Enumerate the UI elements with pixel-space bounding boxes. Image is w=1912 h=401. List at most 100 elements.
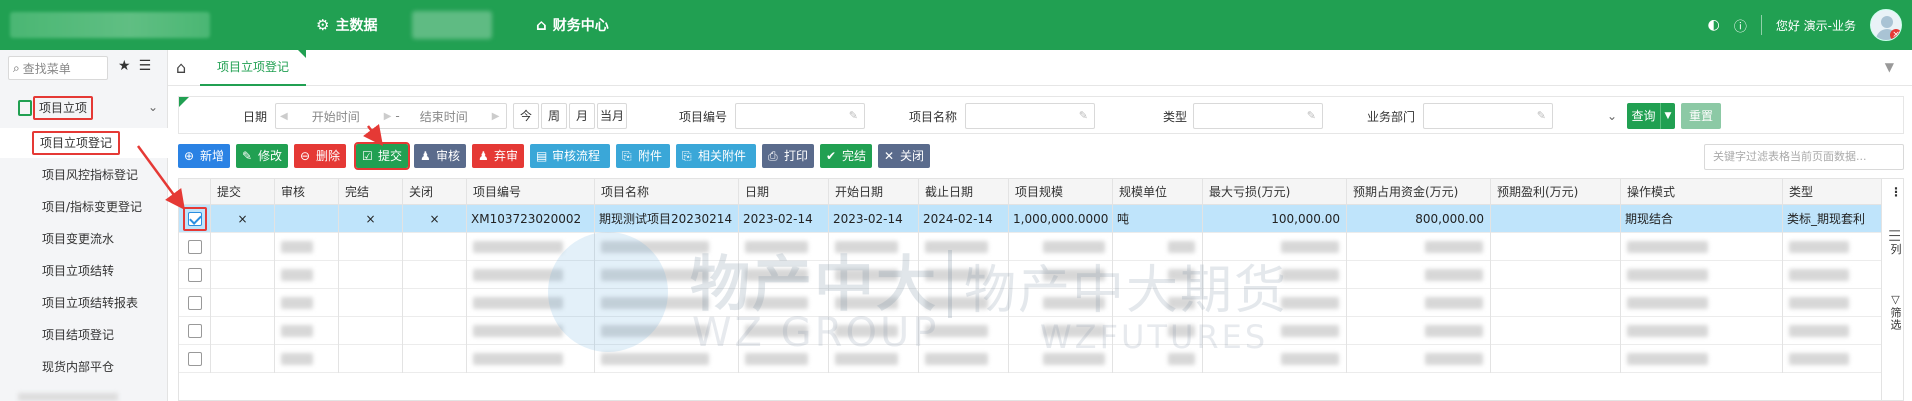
column-header[interactable]: 预期占用资金(万元) xyxy=(1347,179,1491,205)
query-button[interactable]: 查询 ▼ xyxy=(1627,103,1675,129)
table-row[interactable] xyxy=(179,317,1881,345)
table-filter-input[interactable]: 关键字过滤表格当前页面数据... xyxy=(1704,144,1904,170)
column-header[interactable]: 最大亏损(万元) xyxy=(1203,179,1347,205)
edit-button[interactable]: ✎ 修改 xyxy=(236,144,288,168)
project-name-input[interactable]: ✎ xyxy=(965,103,1095,129)
sidebar-item-indicator-change[interactable]: 项目/指标变更登记 xyxy=(0,192,168,222)
tab-project-registration[interactable]: 项目立项登记 xyxy=(200,50,306,86)
table-cell xyxy=(339,345,403,373)
related-attachment-button[interactable]: ⎘ 相关附件 xyxy=(676,144,756,168)
palette-icon[interactable]: ◐ xyxy=(1708,17,1720,33)
row-checkbox[interactable] xyxy=(188,296,202,310)
table-row[interactable] xyxy=(179,261,1881,289)
user-greeting[interactable]: 您好 演示-业务 xyxy=(1776,17,1856,34)
redacted-value xyxy=(473,353,563,365)
column-header[interactable]: 项目编号 xyxy=(467,179,595,205)
redacted-value xyxy=(925,269,988,281)
finish-button[interactable]: ✔ 完结 xyxy=(820,144,872,168)
quick-today-button[interactable]: 今 xyxy=(513,103,539,129)
sidebar-item-project-registration[interactable]: 项目立项登记 xyxy=(0,128,168,158)
star-icon[interactable]: ★ xyxy=(118,58,131,74)
caret-down-icon[interactable]: ▼ xyxy=(1661,103,1675,129)
row-checkbox-cell[interactable] xyxy=(179,205,211,233)
menu-search-input[interactable]: ⌕ 查找菜单 xyxy=(8,56,108,80)
close-button[interactable]: ✕ 关闭 xyxy=(878,144,930,168)
table-cell xyxy=(467,345,595,373)
table-cell xyxy=(1347,289,1491,317)
date-range-input[interactable]: ◀ 开始时间 ▶ - 结束时间 ▶ xyxy=(275,103,507,129)
submit-button[interactable]: ☑ 提交 xyxy=(354,142,410,170)
table-row[interactable] xyxy=(179,233,1881,261)
sidebar-item-blurred[interactable] xyxy=(18,393,118,401)
column-header[interactable]: 操作模式 xyxy=(1621,179,1783,205)
header-checkbox-cell[interactable] xyxy=(179,179,211,205)
print-button[interactable]: ⎙ 打印 xyxy=(762,144,814,168)
nav-item-finance-center[interactable]: ⌂ 财务中心 xyxy=(536,0,609,50)
table-cell xyxy=(339,317,403,345)
more-vertical-icon[interactable]: ⋮ xyxy=(1890,185,1902,199)
column-header[interactable]: 预期盈利(万元) xyxy=(1491,179,1621,205)
type-input[interactable]: ✎ xyxy=(1193,103,1323,129)
column-header[interactable]: 完结 xyxy=(339,179,403,205)
row-checkbox[interactable] xyxy=(188,268,202,282)
column-header[interactable]: 截止日期 xyxy=(919,179,1009,205)
end-date-input[interactable]: 结束时间 xyxy=(400,108,488,125)
row-checkbox-cell[interactable] xyxy=(179,233,211,261)
sidebar-item-spot-close[interactable]: 现货内部平仓 xyxy=(0,352,168,382)
sidebar-group-project-setup[interactable]: 项目立项 ⌄ xyxy=(0,94,168,122)
start-date-input[interactable]: 开始时间 xyxy=(292,108,380,125)
row-checkbox[interactable] xyxy=(188,240,202,254)
row-checkbox-cell[interactable] xyxy=(179,289,211,317)
column-header[interactable]: 类型 xyxy=(1783,179,1881,205)
table-row[interactable]: × × × XM103723020002 期现测试项目20230214 2023… xyxy=(179,205,1881,233)
table-cell xyxy=(1491,345,1621,373)
sidebar-item-closure[interactable]: 项目结项登记 xyxy=(0,320,168,350)
redacted-value xyxy=(835,241,898,253)
column-header[interactable]: 提交 xyxy=(211,179,275,205)
column-header[interactable]: 项目名称 xyxy=(595,179,739,205)
avatar[interactable]: × xyxy=(1870,9,1902,41)
column-header[interactable]: 关闭 xyxy=(403,179,467,205)
nav-item-master-data[interactable]: ⚙ 主数据 xyxy=(316,0,377,50)
department-input[interactable]: ✎ xyxy=(1423,103,1553,129)
nav-item-blurred[interactable] xyxy=(412,11,492,39)
column-header[interactable]: 审核 xyxy=(275,179,339,205)
menu-icon[interactable]: ☰ xyxy=(139,58,152,74)
quick-month-button[interactable]: 月 xyxy=(569,103,595,129)
chevron-down-icon[interactable]: ▼ xyxy=(1885,60,1894,74)
table-cell xyxy=(339,233,403,261)
column-header[interactable]: 规模单位 xyxy=(1113,179,1203,205)
column-header[interactable]: 开始日期 xyxy=(829,179,919,205)
columns-toggle[interactable]: |||列 xyxy=(1887,229,1903,255)
home-icon[interactable]: ⌂ xyxy=(176,58,186,77)
row-checkbox-cell[interactable] xyxy=(179,261,211,289)
unreview-button[interactable]: ♟ 弃审 xyxy=(472,144,524,168)
help-icon[interactable]: ⓘ xyxy=(1734,16,1747,35)
filter-toggle[interactable]: ▽筛选 xyxy=(1887,293,1903,331)
table-row[interactable] xyxy=(179,345,1881,373)
row-checkbox[interactable] xyxy=(188,352,202,366)
redacted-value xyxy=(1168,297,1195,309)
sidebar-item-carryover[interactable]: 项目立项结转 xyxy=(0,256,168,286)
attachment-button[interactable]: ⎘ 附件 xyxy=(616,144,670,168)
table-cell xyxy=(1783,345,1881,373)
row-checkbox-cell[interactable] xyxy=(179,317,211,345)
delete-button[interactable]: ⊖ 删除 xyxy=(294,144,346,168)
column-header[interactable]: 日期 xyxy=(739,179,829,205)
column-header[interactable]: 项目规模 xyxy=(1009,179,1113,205)
review-flow-button[interactable]: ▤ 审核流程 xyxy=(530,144,610,168)
sidebar-item-carryover-report[interactable]: 项目立项结转报表 xyxy=(0,288,168,318)
sidebar-item-risk-indicator[interactable]: 项目风控指标登记 xyxy=(0,160,168,190)
row-checkbox-cell[interactable] xyxy=(179,345,211,373)
reset-button[interactable]: 重置 xyxy=(1681,103,1721,129)
redacted-value xyxy=(1425,297,1483,309)
row-checkbox[interactable] xyxy=(188,324,202,338)
quick-this-month-button[interactable]: 当月 xyxy=(597,103,627,129)
quick-week-button[interactable]: 周 xyxy=(541,103,567,129)
project-code-input[interactable]: ✎ xyxy=(735,103,865,129)
sidebar-item-change-log[interactable]: 项目变更流水 xyxy=(0,224,168,254)
add-button[interactable]: ⊕ 新增 xyxy=(178,144,230,168)
review-button[interactable]: ♟ 审核 xyxy=(414,144,466,168)
expand-filters-icon[interactable]: ⌄ xyxy=(1607,109,1617,123)
table-row[interactable] xyxy=(179,289,1881,317)
